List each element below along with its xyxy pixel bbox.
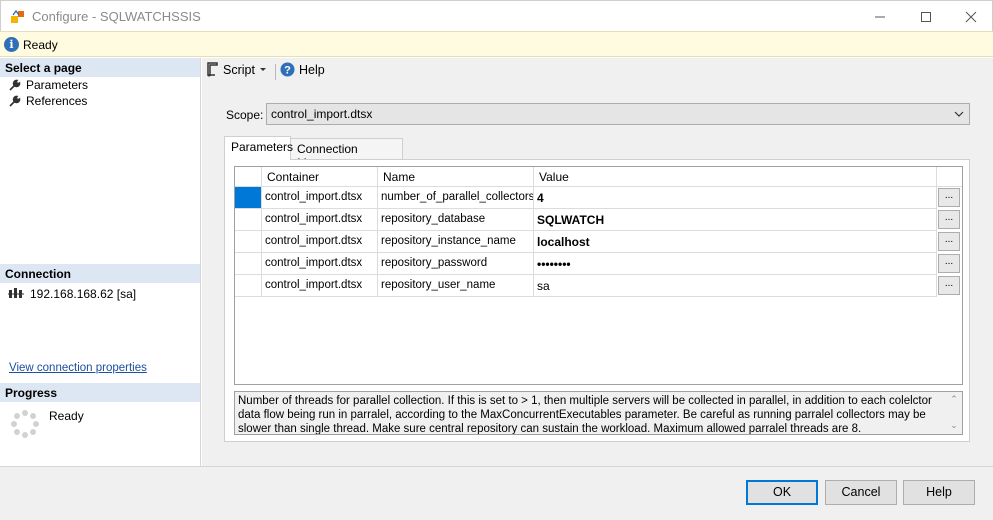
column-header-edit bbox=[937, 167, 962, 187]
connection-header: Connection bbox=[0, 264, 200, 283]
page-item-label: References bbox=[26, 94, 88, 108]
row-selector[interactable] bbox=[235, 209, 262, 231]
scroll-down-icon: ⌄ bbox=[950, 420, 958, 430]
cell-value[interactable]: SQLWATCH bbox=[534, 209, 937, 231]
row-header-corner bbox=[235, 167, 262, 187]
cell-name[interactable]: number_of_parallel_collectors bbox=[378, 187, 534, 209]
connection-value: 192.168.168.62 [sa] bbox=[30, 287, 137, 301]
cell-name[interactable]: repository_instance_name bbox=[378, 231, 534, 253]
server-connection-icon bbox=[8, 288, 24, 298]
close-button[interactable] bbox=[948, 1, 993, 32]
info-icon: i bbox=[4, 37, 19, 52]
page-item-parameters[interactable]: Parameters bbox=[8, 77, 88, 93]
svg-text:?: ? bbox=[284, 65, 291, 77]
help-toolbar-button[interactable]: ? Help bbox=[280, 62, 325, 77]
cell-name[interactable]: repository_password bbox=[378, 253, 534, 275]
toolbar-separator bbox=[275, 64, 276, 80]
script-label: Script bbox=[223, 62, 255, 77]
close-icon bbox=[965, 11, 977, 22]
parameters-tab-page: Container Name Value control_import.dtsx… bbox=[224, 159, 970, 442]
description-scrollbar[interactable]: ⌃ ⌄ bbox=[946, 392, 962, 434]
cancel-button[interactable]: Cancel bbox=[825, 480, 897, 505]
title-bar: Configure - SQLWATCHSSIS bbox=[0, 0, 993, 31]
cell-value[interactable]: sa bbox=[534, 275, 937, 297]
column-header-container[interactable]: Container bbox=[262, 167, 378, 187]
cell-container[interactable]: control_import.dtsx bbox=[262, 209, 378, 231]
scope-value: control_import.dtsx bbox=[271, 107, 373, 121]
script-button[interactable]: Script bbox=[205, 62, 267, 77]
left-pane: Select a page Parameters References Conn… bbox=[0, 58, 201, 466]
wrench-icon bbox=[9, 79, 21, 91]
row-selector[interactable] bbox=[235, 231, 262, 253]
column-header-name[interactable]: Name bbox=[378, 167, 534, 187]
page-item-label: Parameters bbox=[26, 78, 89, 92]
scope-dropdown[interactable]: control_import.dtsx bbox=[266, 103, 970, 125]
edit-value-button[interactable]: ... bbox=[938, 210, 960, 229]
status-text: Ready bbox=[23, 38, 58, 52]
cell-name[interactable]: repository_user_name bbox=[378, 275, 534, 297]
progress-status: Ready bbox=[49, 409, 84, 423]
description-text: Number of threads for parallel collectio… bbox=[238, 395, 932, 435]
dialog-footer: OK Cancel Help bbox=[0, 466, 993, 520]
tab-connection-managers[interactable]: Connection Managers bbox=[290, 138, 403, 170]
row-selector[interactable] bbox=[235, 253, 262, 275]
help-button[interactable]: Help bbox=[903, 480, 975, 505]
page-item-references[interactable]: References bbox=[8, 93, 87, 109]
chevron-down-icon bbox=[259, 67, 266, 71]
view-connection-properties-link[interactable]: View connection properties bbox=[9, 362, 147, 374]
right-pane: Script ? Help Scope: control_import.dtsx… bbox=[202, 58, 993, 466]
maximize-icon bbox=[921, 11, 931, 22]
edit-value-button[interactable]: ... bbox=[938, 188, 960, 207]
scroll-up-icon: ⌃ bbox=[950, 394, 958, 404]
edit-value-button[interactable]: ... bbox=[938, 276, 960, 295]
toolbar: Script ? Help bbox=[202, 58, 993, 83]
row-selector[interactable] bbox=[235, 187, 262, 209]
parameters-grid: Container Name Value control_import.dtsx… bbox=[234, 166, 963, 385]
ok-button[interactable]: OK bbox=[746, 480, 818, 505]
cell-container[interactable]: control_import.dtsx bbox=[262, 187, 378, 209]
maximize-button[interactable] bbox=[903, 1, 949, 32]
select-page-header: Select a page bbox=[0, 58, 200, 77]
status-bar: i Ready bbox=[0, 31, 993, 57]
row-selector[interactable] bbox=[235, 275, 262, 297]
cell-value[interactable]: localhost bbox=[534, 231, 937, 253]
cell-container[interactable]: control_import.dtsx bbox=[262, 231, 378, 253]
edit-value-button[interactable]: ... bbox=[938, 254, 960, 273]
edit-value-button[interactable]: ... bbox=[938, 232, 960, 251]
cell-container[interactable]: control_import.dtsx bbox=[262, 275, 378, 297]
window-title: Configure - SQLWATCHSSIS bbox=[32, 9, 201, 24]
tab-parameters[interactable]: Parameters bbox=[224, 136, 293, 160]
help-icon: ? bbox=[280, 62, 295, 77]
parameter-description: Number of threads for parallel collectio… bbox=[234, 391, 963, 435]
wrench-icon bbox=[9, 95, 21, 107]
chevron-down-icon bbox=[954, 111, 964, 117]
spinner-icon bbox=[11, 410, 39, 438]
scope-label: Scope: bbox=[226, 108, 264, 122]
cell-value[interactable]: •••••••• bbox=[534, 253, 937, 275]
cell-value[interactable]: 4 bbox=[534, 187, 937, 209]
minimize-button[interactable] bbox=[857, 1, 903, 32]
ssis-package-icon bbox=[11, 9, 24, 23]
cell-name[interactable]: repository_database bbox=[378, 209, 534, 231]
connection-info: 192.168.168.62 [sa] bbox=[8, 287, 136, 301]
help-label: Help bbox=[299, 62, 325, 77]
minimize-icon bbox=[875, 16, 885, 17]
progress-header: Progress bbox=[0, 383, 200, 402]
column-header-value[interactable]: Value bbox=[534, 167, 937, 187]
cell-container[interactable]: control_import.dtsx bbox=[262, 253, 378, 275]
script-icon bbox=[207, 62, 218, 77]
